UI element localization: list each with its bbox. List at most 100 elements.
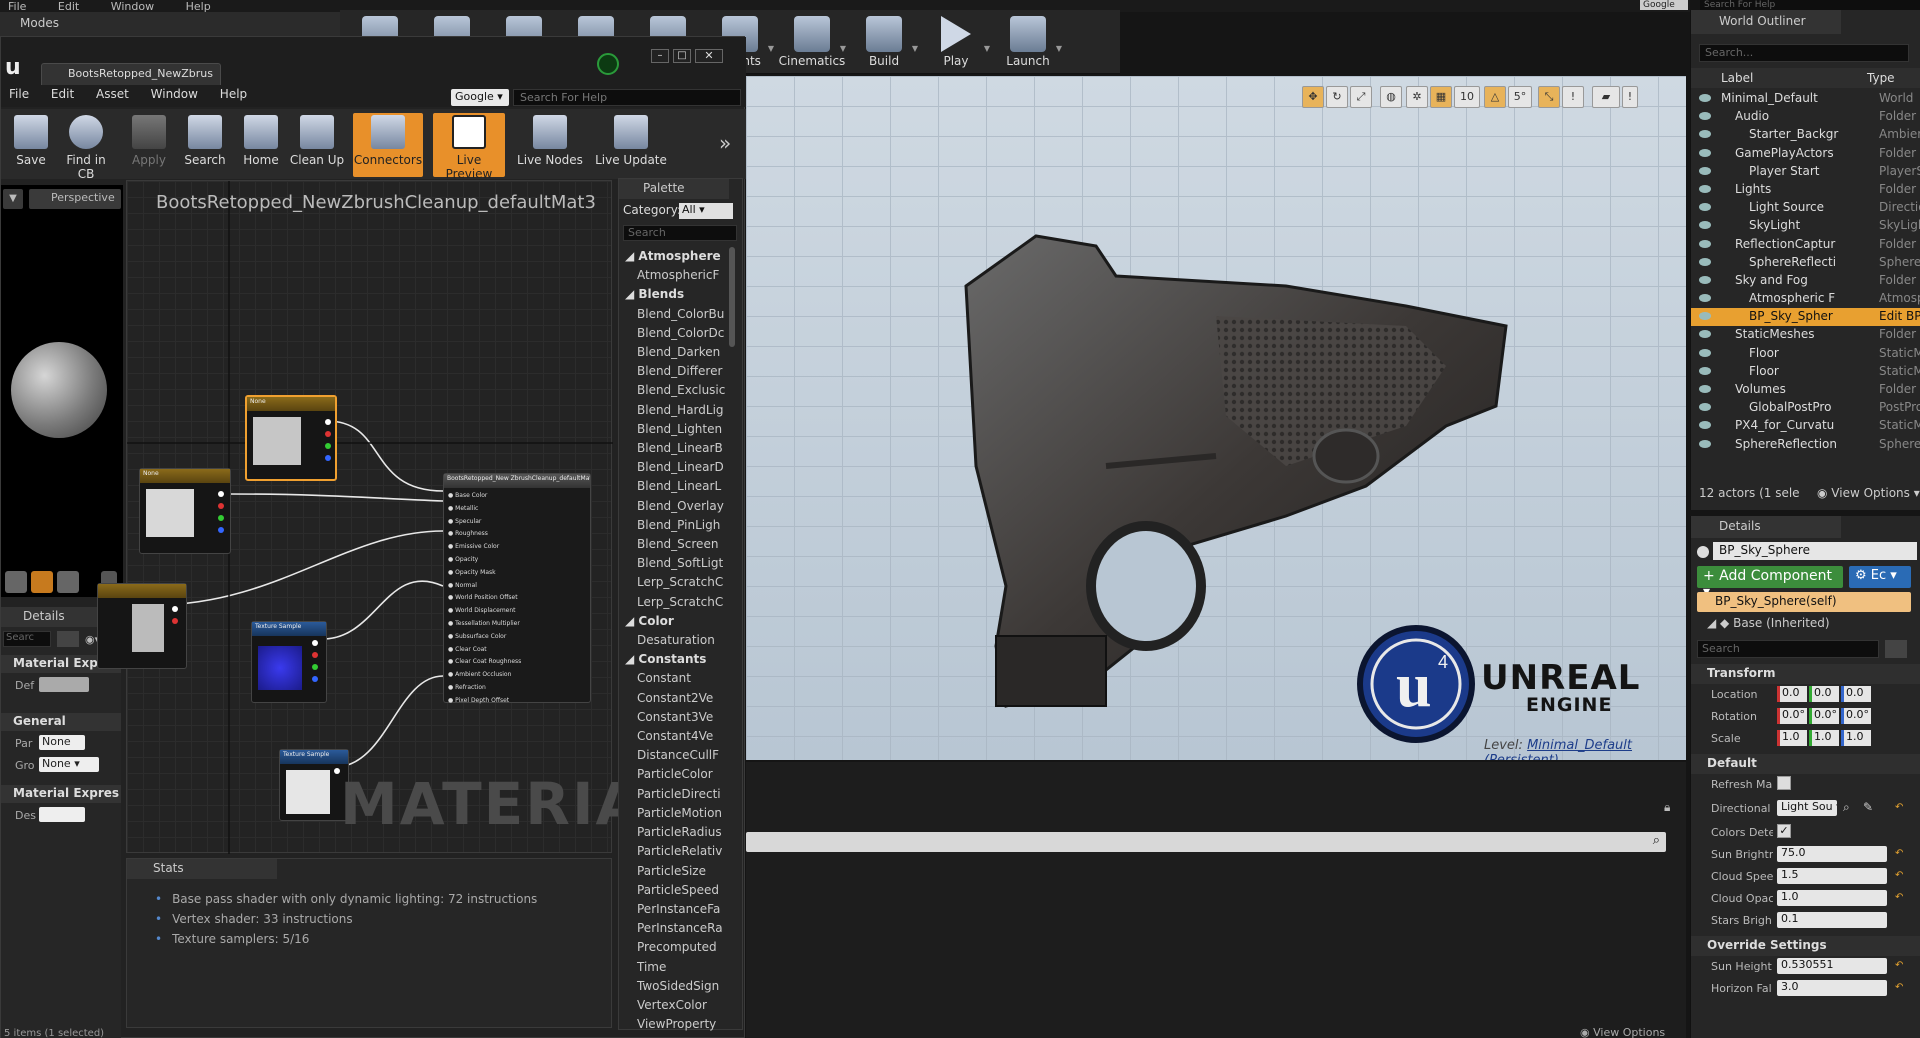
result-pin[interactable]: ● Roughness — [448, 528, 521, 541]
stats-tab[interactable]: Stats — [127, 859, 277, 879]
base-inherited-row[interactable]: ◢ ◆ Base (Inherited) — [1707, 616, 1830, 630]
outliner-row[interactable]: SphereReflection SphereRefl — [1691, 436, 1920, 454]
location-label[interactable]: Location — [1711, 688, 1773, 701]
palette-item[interactable]: Blend_Screen — [625, 535, 731, 554]
visibility-eye-icon[interactable] — [1699, 385, 1711, 393]
outliner-row[interactable]: Sky and Fog Folder — [1691, 272, 1920, 290]
reset-icon[interactable]: ↶ — [1895, 982, 1903, 993]
content-search-input[interactable]: ⌕ — [746, 832, 1666, 852]
result-pin[interactable]: ● Base Color — [448, 490, 521, 503]
outliner-row[interactable]: ReflectionCaptur Folder — [1691, 236, 1920, 254]
outliner-row[interactable]: Starter_Backgr AmbientSo — [1691, 126, 1920, 144]
palette-item[interactable]: Blend_Lighten — [625, 420, 731, 439]
reset-icon[interactable]: ↶ — [1895, 892, 1903, 903]
palette-item[interactable]: Lerp_ScratchC — [625, 573, 731, 592]
palette-item[interactable]: Blend_LinearB — [625, 439, 731, 458]
palette-item[interactable]: ParticleRelativ — [625, 842, 731, 861]
rotation-snap-value[interactable]: 5° — [1508, 86, 1532, 108]
me-find-in-cb-button[interactable]: Find in CB — [59, 113, 113, 181]
grid-snap-icon[interactable]: ▦ — [1430, 86, 1452, 108]
palette-item[interactable]: Constant4Ve — [625, 727, 731, 746]
outliner-row[interactable]: Floor StaticMesh — [1691, 345, 1920, 363]
surface-snap-icon[interactable]: ✲ — [1406, 86, 1428, 108]
rotation-y[interactable]: 0.0° — [1809, 708, 1839, 724]
preview-sphere-icon[interactable] — [31, 571, 53, 593]
palette-item[interactable]: Blend_Exclusic — [625, 381, 731, 400]
result-pin[interactable]: ● Opacity Mask — [448, 567, 521, 580]
me-menu-asset[interactable]: Asset — [96, 87, 129, 101]
location-y[interactable]: 0.0 c — [1809, 686, 1839, 702]
content-view-options[interactable]: ◉ View Options — [1580, 1026, 1665, 1038]
palette-item[interactable]: PerInstanceFa — [625, 900, 731, 919]
visibility-eye-icon[interactable] — [1699, 257, 1711, 266]
col-label[interactable]: Label — [1721, 71, 1753, 85]
palette-item[interactable]: Blend_ColorBu — [625, 305, 731, 324]
scale-icon[interactable]: ⤢ — [1350, 86, 1372, 108]
cloud-opacity-field[interactable]: 1.0 — [1777, 890, 1887, 906]
outliner-row[interactable]: Lights Folder — [1691, 181, 1920, 199]
graph-node-texture-1[interactable]: None — [245, 395, 337, 481]
directional-light-select[interactable]: Light Sou ▾ — [1777, 800, 1837, 816]
world-space-icon[interactable]: ◍ — [1380, 86, 1402, 108]
me-help-search-input[interactable]: Search For Help — [513, 89, 741, 106]
palette-item[interactable]: Desaturation — [625, 631, 731, 650]
palette-item[interactable]: Blend_LinearL — [625, 477, 731, 496]
me-live-update-button[interactable]: Live Update — [593, 113, 669, 177]
me-google-select[interactable]: Google ▾ — [451, 89, 509, 106]
palette-search-input[interactable]: Search — [623, 225, 737, 241]
reset-icon[interactable]: ↶ — [1895, 960, 1903, 971]
expand-arrow-icon[interactable]: ◢ — [625, 614, 638, 628]
palette-item[interactable]: ViewProperty — [625, 1015, 731, 1034]
transform-section[interactable]: Transform — [1691, 664, 1920, 684]
outliner-row[interactable]: Audio Folder — [1691, 108, 1920, 126]
palette-item[interactable]: Constant — [625, 669, 731, 688]
component-self-row[interactable]: BP_Sky_Sphere(self) — [1697, 592, 1911, 612]
preview-plane-icon[interactable] — [57, 571, 79, 593]
grid-size-value[interactable]: 10 — [1454, 86, 1480, 108]
details-panel-tab[interactable]: Details — [1691, 516, 1841, 538]
viewport-maximize-icon[interactable]: ! — [1622, 86, 1638, 108]
palette-scrollbar[interactable] — [729, 247, 735, 347]
result-pin[interactable]: ● Specular — [448, 516, 521, 529]
palette-tab[interactable]: Palette — [619, 179, 729, 199]
palette-item[interactable]: DistanceCullF — [625, 746, 731, 765]
palette-item[interactable]: Lerp_ScratchC — [625, 593, 731, 612]
visibility-eye-icon[interactable] — [1699, 403, 1711, 412]
location-z[interactable]: 0.0 c — [1841, 686, 1871, 702]
palette-item[interactable]: Time — [625, 958, 731, 977]
perspective-button[interactable]: Perspective — [29, 189, 121, 209]
me-live-preview-button[interactable]: Live Preview — [433, 113, 505, 181]
visibility-eye-icon[interactable] — [1699, 203, 1711, 212]
reset-icon[interactable]: ↶ — [1895, 870, 1903, 881]
camera-speed-icon[interactable]: ▰ — [1592, 86, 1620, 108]
scale-y[interactable]: 1.0 — [1809, 730, 1839, 746]
palette-item[interactable]: VertexColor — [625, 996, 731, 1015]
visibility-eye-icon[interactable] — [1699, 239, 1711, 248]
result-pin[interactable]: ● Subsurface Color — [448, 631, 521, 644]
palette-category[interactable]: ◢ Blends — [625, 285, 731, 304]
visibility-eye-icon[interactable] — [1699, 94, 1711, 102]
outliner-row[interactable]: Light Source Directional — [1691, 199, 1920, 217]
google-search-select[interactable]: Google — [1640, 0, 1688, 10]
expand-arrow-icon[interactable]: ◢ — [625, 287, 638, 301]
sun-height-field[interactable]: 0.530551 — [1777, 958, 1887, 974]
material-editor-tab[interactable]: BootsRetopped_NewZbrus — [41, 63, 221, 85]
me-apply-button[interactable]: Apply — [121, 113, 177, 177]
outliner-row[interactable]: Floor StaticMesh — [1691, 363, 1920, 381]
me-menu-file[interactable]: File — [9, 87, 29, 101]
level-viewport[interactable]: ✥ ↻ ⤢ ◍ ✲ ▦ 10 △ 5° ⤡ ! ▰ ! u 4 UNREAL E… — [746, 76, 1686, 760]
scale-z[interactable]: 1.0 — [1841, 730, 1871, 746]
def-color-field[interactable] — [39, 677, 89, 692]
palette-item[interactable]: Constant3Ve — [625, 708, 731, 727]
scale-snap-value[interactable]: ! — [1562, 86, 1584, 108]
result-pin[interactable]: ● Ambient Occlusion — [448, 669, 521, 682]
override-settings-section[interactable]: Override Settings — [1691, 936, 1920, 956]
toolbar-launch-button[interactable]: Launch ▼ — [992, 12, 1064, 72]
minimize-button[interactable]: – — [651, 49, 669, 63]
result-pin[interactable]: ● Pixel Depth Offset — [448, 695, 521, 708]
visibility-eye-icon[interactable] — [1699, 421, 1711, 430]
me-home-button[interactable]: Home — [233, 113, 289, 177]
visibility-eye-icon[interactable] — [1699, 221, 1711, 230]
me-save-button[interactable]: Save — [3, 113, 59, 177]
result-pin[interactable]: ● Normal — [448, 580, 521, 593]
